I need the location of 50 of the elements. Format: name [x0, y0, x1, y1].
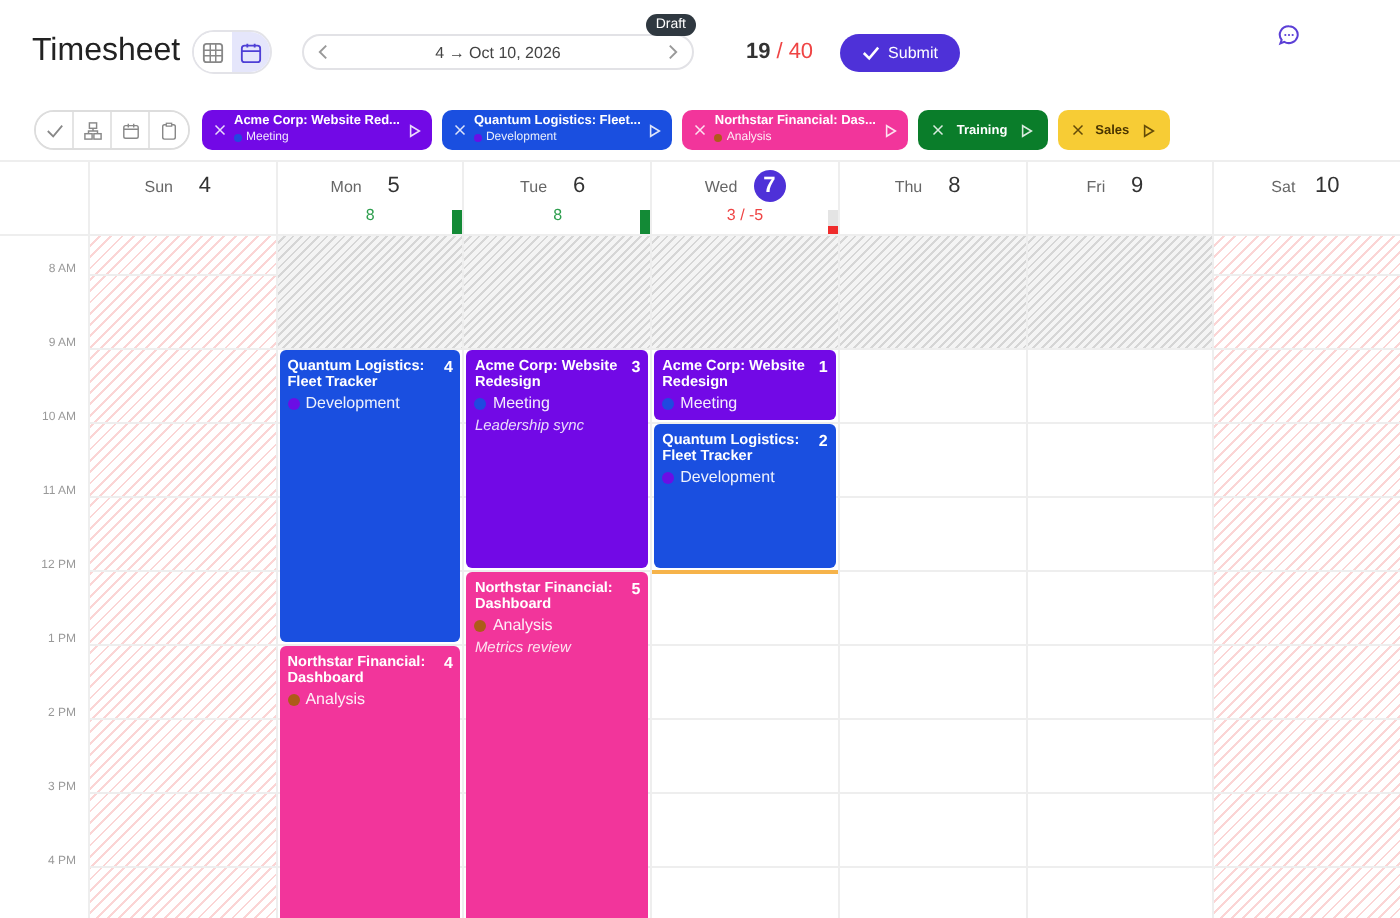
date-range-navigator[interactable]: 4 → Oct 10, 2026: [302, 34, 694, 70]
weekday-label: Wed: [704, 177, 738, 195]
day-number: 9: [1129, 172, 1146, 202]
weekday-label: Fri: [1086, 177, 1106, 195]
close-icon[interactable]: [1071, 124, 1084, 136]
page-title: Timesheet: [32, 34, 183, 70]
chevron-left-icon[interactable]: [318, 44, 328, 60]
check-icon: [45, 121, 63, 139]
entry-category: Meeting: [492, 394, 550, 413]
day-hours-total: 3 / -5: [726, 206, 764, 224]
entry-hours: 4: [443, 357, 453, 379]
day-number: 8: [946, 172, 963, 202]
entry-hours: 2: [818, 431, 828, 453]
weekday-label: Sun: [144, 177, 173, 195]
calendar-icon: [121, 121, 139, 139]
submit-button[interactable]: Submit: [840, 33, 960, 71]
day-number: 7: [753, 170, 786, 202]
entry-category: Meeting: [680, 394, 738, 413]
chat-icon[interactable]: [1278, 23, 1300, 45]
grid-icon: [202, 41, 224, 63]
hierarchy-icon: [83, 121, 101, 139]
day-number: 6: [570, 172, 588, 202]
weekday-label: Mon: [330, 177, 362, 195]
hours-separator: /: [776, 40, 783, 64]
weekday-label: Thu: [894, 177, 923, 195]
logged-hours: 19: [746, 40, 771, 64]
entry-hours: 1: [818, 357, 828, 379]
weekday-label: Sat: [1271, 177, 1296, 195]
entry-hours: 5: [631, 579, 641, 601]
clipboard-icon: [160, 121, 178, 139]
day-hours-total: 8: [553, 206, 563, 224]
entry-category: Analysis: [305, 690, 366, 709]
play-icon[interactable]: [1141, 123, 1156, 137]
entry-category: Analysis: [492, 616, 553, 635]
day-number: 10: [1313, 172, 1342, 202]
entry-category: Development: [680, 468, 775, 487]
calendar-view-button[interactable]: [232, 32, 270, 72]
entry-category: Development: [305, 394, 400, 413]
chevron-right-icon[interactable]: [667, 44, 678, 60]
calendar-icon: [240, 41, 262, 63]
day-hours-total: 8: [365, 206, 375, 224]
target-hours: 40: [788, 40, 814, 64]
date-range-label: 4 → Oct 10, 2026: [435, 43, 561, 61]
entry-hours: 3: [631, 357, 641, 379]
entry-hours: 4: [443, 653, 453, 675]
weekday-label: Tue: [520, 177, 548, 195]
check-icon: [862, 43, 881, 61]
day-number: 4: [196, 172, 214, 202]
check-tool-button[interactable]: [36, 112, 74, 148]
day-number: 5: [385, 172, 402, 202]
